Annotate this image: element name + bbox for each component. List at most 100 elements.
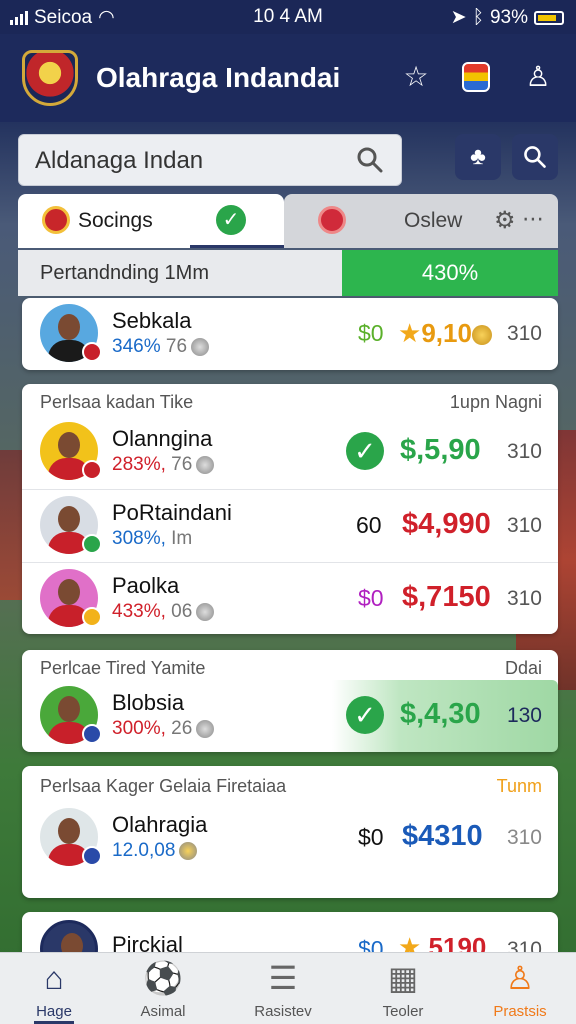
section-title: Perlsaa Kager Gelaia Firetaiaa [40,776,287,796]
progress-fill: 430% [342,250,558,296]
app-header: Olahraga Indandai ☆ ♙ [0,34,576,122]
nav-prastsis[interactable]: ♙ Prastsis [472,959,568,1020]
player-count: 310 [506,322,542,345]
price-value: $4310 [402,820,483,852]
home-icon: ⌂ [44,960,64,996]
tab-oslew[interactable]: Oslew ⚙ ⋯ [284,194,558,248]
battery-percent: 93% [489,6,528,28]
section-card-3: Perlsaa Kager Gelaia Firetaiaa Tunm Olah… [22,766,558,898]
search-input[interactable]: Aldanaga Indan [18,134,402,186]
profile-icon[interactable]: ♙ [521,60,555,94]
player-count: 310 [506,440,542,463]
player-name: Sebkala [112,308,192,333]
player-stat: 433%, 06 [112,601,215,623]
price-value: $,7150 [402,581,491,613]
player-card[interactable]: Sebkala 346% 76 $0 ★9,10 310 [22,298,558,370]
tab-label: Socings [78,209,153,232]
player-count: 310 [506,587,542,610]
price-prefix: 60 [356,512,382,538]
match-progress: Pertandnding 1Mm 430% [18,250,558,296]
bluetooth-icon: ᛒ [472,6,484,28]
price-prefix: $0 [358,824,384,850]
player-stat: 12.0,08 [112,840,198,862]
ball-icon [191,337,210,356]
section-right: Ddai [504,658,542,678]
player-name: PoRtaindani [112,500,232,525]
price-value: $,4,30 [400,698,481,730]
player-row[interactable]: Olanngina 283%, 76 ✓ $,5,90 310 [22,416,558,488]
section-title: Perlcae Tired Yamite [40,658,206,678]
nav-label: Asimal [140,1003,186,1020]
progress-label: Pertandnding 1Mm [40,262,209,284]
club-badge-icon [42,206,70,234]
section-right: Tunm [496,776,542,796]
player-row[interactable]: Olahragia 12.0,08 $0 $4310 310 [22,802,558,874]
player-count: 310 [506,826,542,849]
star-icon: ★ [398,318,422,348]
tab-bar: Socings ✓ Oslew ⚙ ⋯ [18,194,558,248]
player-row[interactable]: PoRtaindani 308%, Im 60 $4,990 310 [22,489,558,561]
player-count: 130 [506,704,542,727]
player-row[interactable]: Blobsia 300%, 26 ✓ $,4,30 130 [22,680,558,752]
team-badge-icon [82,460,102,480]
price-prefix: $0 [358,585,384,611]
location-icon: ➤ [450,7,467,28]
club-icon: ♣ [470,143,486,170]
club-logo [22,50,78,106]
player-count: 310 [506,514,542,537]
nav-rasistev[interactable]: ☰ Rasistev [235,959,331,1020]
flag-icon[interactable] [459,60,493,94]
nav-label: Prastsis [493,1003,547,1020]
player-name: Olanngina [112,426,213,451]
section-right: 1upn Nagni [449,392,542,412]
list-icon: ☰ [268,960,298,996]
section-card-2: Perlcae Tired Yamite Ddai Blobsia 300%, … [22,650,558,752]
player-stat: 283%, 76 [112,454,215,476]
search-icon[interactable] [355,145,385,175]
nav-label: Teoler [382,1003,424,1020]
battery-icon [534,10,564,25]
profile-icon: ♙ [505,960,535,996]
nav-teoler[interactable]: ▦ Teoler [355,959,451,1020]
ball-icon: ⚽ [143,960,183,996]
tab-socings[interactable]: Socings ✓ [18,194,284,248]
settings-icon[interactable]: ⚙ [494,206,516,235]
price-value: $,5,90 [400,434,481,466]
search-button[interactable] [512,134,558,180]
tab-active-indicator [190,245,284,248]
team-badge-icon [82,724,102,744]
gold-ball-icon [471,325,492,346]
ball-icon [196,455,215,474]
app-title: Olahraga Indandai [96,62,341,93]
team-badge-icon [82,846,102,866]
background-player-left [0,450,22,600]
player-row[interactable]: Paolka 433%, 06 $0 $,7150 310 [22,562,558,634]
club-filter-button[interactable]: ♣ [455,134,501,180]
player-stat: 308%, Im [112,528,193,549]
more-icon[interactable]: ⋯ [522,206,544,232]
price-prefix: $0 [358,320,384,346]
section-card-1: Perlsaa kadan Tike 1upn Nagni Olanngina … [22,384,558,634]
chart-icon: ▦ [387,960,419,996]
player-name: Blobsia [112,690,185,715]
search-value: Aldanaga Indan [35,147,204,174]
price-value: ★9,10 [398,318,492,349]
check-icon: ✓ [216,205,246,235]
team-badge-icon [82,534,102,554]
check-icon: ✓ [346,696,384,734]
ball-icon [196,602,215,621]
ball-icon [196,719,215,738]
price-value: $4,990 [402,508,491,540]
player-stat: 346% 76 [112,336,210,358]
nav-asimal[interactable]: ⚽ Asimal [115,959,211,1020]
player-name: Paolka [112,573,180,598]
team-badge-icon [82,342,102,362]
check-icon: ✓ [346,432,384,470]
player-name: Olahragia [112,812,208,837]
player-row[interactable]: Sebkala 346% 76 $0 ★9,10 310 [22,298,558,370]
nav-home[interactable]: ⌂ Hage [6,959,102,1020]
ball-icon [179,841,198,860]
star-icon[interactable]: ☆ [399,60,433,94]
tab-label: Oslew [404,209,463,232]
ball-badge-icon [318,206,346,234]
